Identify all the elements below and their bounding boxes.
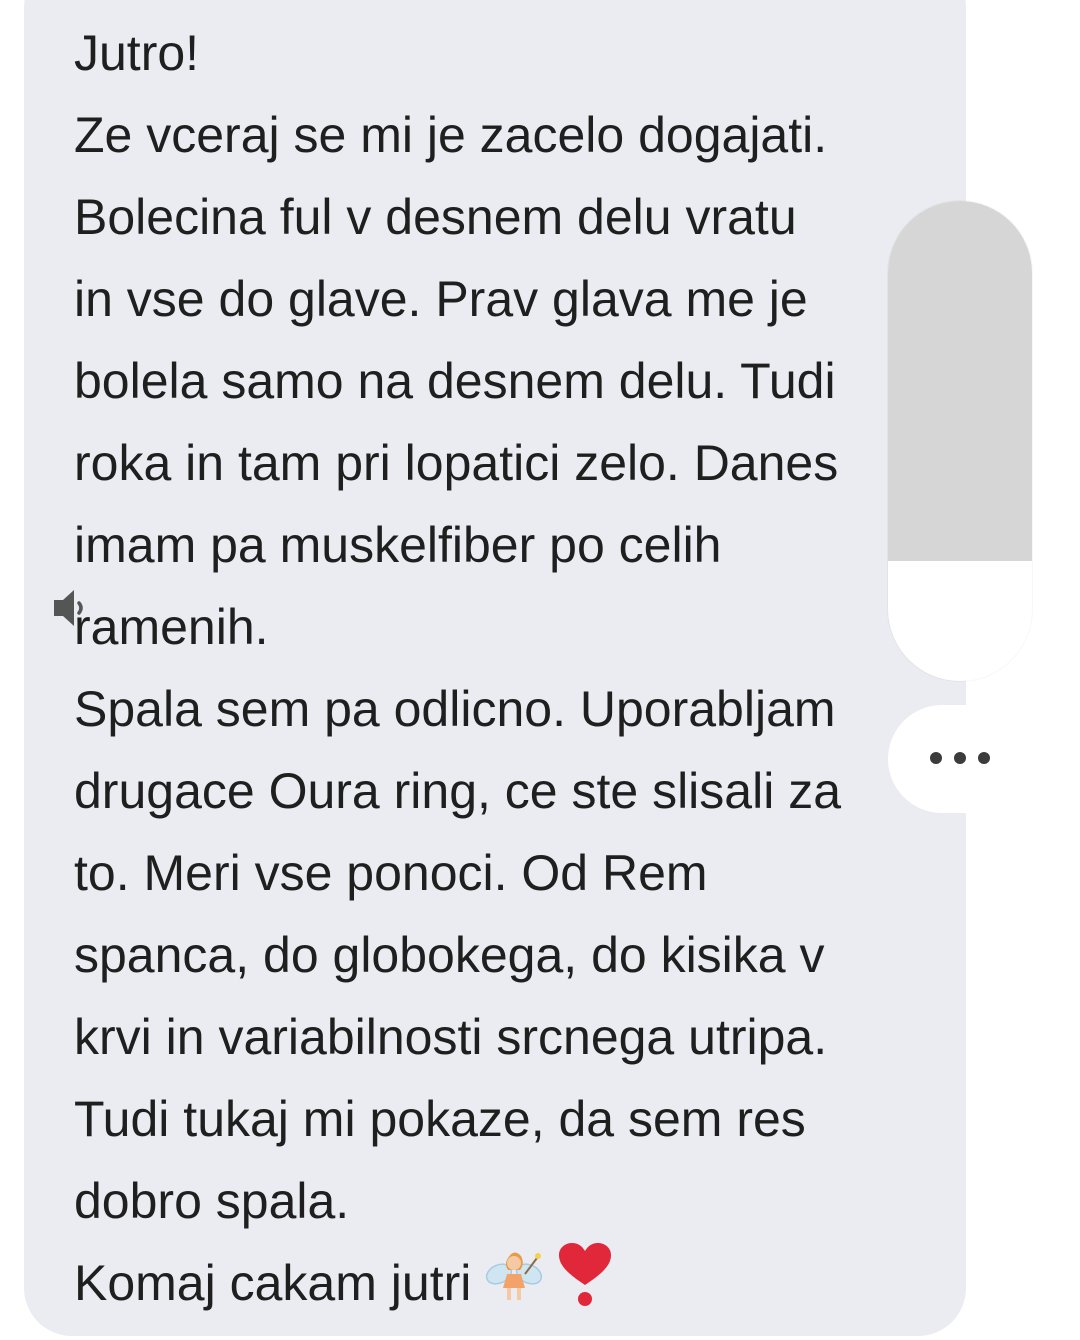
message-line: roka in tam pri lopatici zelo. Danes [74,435,839,491]
message-line-text: Komaj cakam jutri [74,1255,472,1311]
message-line: Jutro! [74,25,200,81]
message-line-last: Komaj cakam jutri [74,1242,966,1324]
message-line: Tudi tukaj mi pokaze, da sem res [74,1091,806,1147]
volume-track[interactable] [888,201,1032,561]
message-line: Ze vceraj se mi je zacelo dogajati. [74,107,828,163]
speaker-icon[interactable] [52,586,92,630]
message-line: drugace Oura ring, ce ste slisali za [74,763,842,819]
message-line: Bolecina ful v desnem delu vratu [74,189,797,245]
message-line: ramenih. [74,599,269,655]
message-line: Spala sem pa odlicno. Uporabljam [74,681,836,737]
message-line: imam pa muskelfiber po celih [74,517,722,573]
message-line: krvi in variabilnosti srcnega utripa. [74,1009,828,1065]
heart-exclamation-emoji [557,1242,613,1331]
message-line: bolela samo na desnem delu. Tudi [74,353,836,409]
message-line: to. Meri vse ponoci. Od Rem [74,845,708,901]
message-bubble[interactable]: Jutro! Ze vceraj se mi je zacelo dogajat… [24,0,966,1336]
message-line: dobro spala. [74,1173,350,1229]
more-dot [978,752,990,764]
message-line: spanca, do globokega, do kisika v [74,927,825,983]
message-text: Jutro! Ze vceraj se mi je zacelo dogajat… [74,12,966,1324]
volume-slider[interactable] [888,201,1032,681]
more-horizontal-icon [930,752,942,764]
fairy-emoji [485,1244,543,1330]
more-options-button[interactable] [888,705,1032,813]
message-line: in vse do glave. Prav glava me je [74,271,808,327]
more-dot [954,752,966,764]
